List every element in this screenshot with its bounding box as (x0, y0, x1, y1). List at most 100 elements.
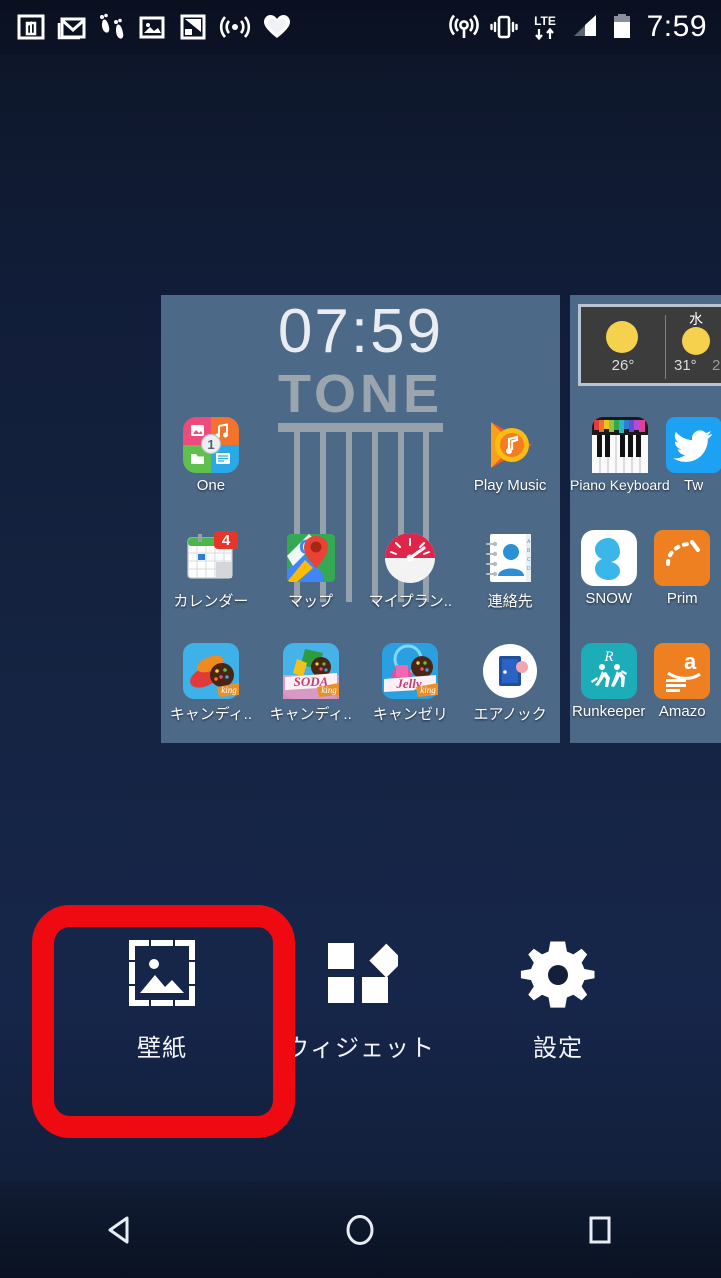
back-triangle-icon (108, 1216, 129, 1244)
app-label: Amazo (658, 703, 706, 720)
home-widget-panel-main[interactable]: 07:59 TONE 1 One Play Music 4 カレンダー マップ … (161, 295, 560, 743)
calendar-icon (17, 14, 45, 40)
gallery-photo-icon (139, 16, 165, 39)
status-bar-left-icons (0, 12, 292, 42)
navigation-bar[interactable] (0, 1182, 721, 1278)
app-label: キャンディ.. (169, 706, 253, 723)
candy-crush-jelly-icon: Jelly king (382, 643, 439, 699)
app-candy-crush-saga[interactable]: king キャンディ.. (161, 643, 261, 724)
sun-icon (606, 321, 638, 353)
app-twitter[interactable]: Tw (665, 417, 721, 494)
battery-icon (613, 14, 630, 38)
svg-text:king: king (321, 685, 337, 695)
back-button[interactable] (0, 1210, 240, 1250)
hotspot-icon (448, 14, 479, 38)
svg-text:D: D (527, 566, 531, 572)
app-snow[interactable]: SNOW (570, 530, 648, 607)
air-knock-icon (482, 643, 538, 699)
contacts-icon: ABCD (482, 530, 538, 586)
recents-square-icon (589, 1216, 611, 1244)
app-label: One (196, 477, 226, 494)
app-label: Tw (684, 477, 704, 494)
widgets-button[interactable]: ウィジェット (260, 930, 460, 1063)
right-app-row-1: Piano Keyboard Tw (570, 417, 721, 494)
app-maps[interactable]: G マップ (261, 530, 361, 611)
app-my-plan[interactable]: マイプラン.. (361, 530, 461, 611)
sun-icon (682, 327, 710, 355)
app-label: Play Music (473, 477, 547, 494)
svg-text:king: king (421, 685, 437, 695)
my-plan-gauge-icon (382, 530, 438, 586)
candy-crush-soda-icon: SODA king (282, 643, 339, 699)
signal-strength-icon (573, 15, 596, 36)
app-label: キャンディ.. (269, 706, 352, 723)
svg-text:a: a (684, 649, 697, 674)
heart-health-icon (264, 15, 290, 38)
weather-next-day: 水 31° 25° (666, 307, 721, 383)
recents-button[interactable] (480, 1210, 720, 1250)
home-widget-panel-right[interactable]: 26° 水 31° 25° (570, 295, 721, 743)
home-circle-icon (346, 1215, 374, 1245)
app-label: エアノック (473, 706, 547, 723)
play-music-icon (482, 417, 538, 473)
pedometer-footsteps-icon (100, 13, 124, 39)
android-home-screen: LTE 7:59 07:59 TONE 1 One Play Music 4 カ… (0, 0, 721, 1278)
svg-text:LTE: LTE (534, 14, 556, 28)
app-candy-crush-soda[interactable]: SODA king キャンディ.. (261, 643, 361, 724)
one-app-icon: 1 (182, 417, 239, 473)
app-row-3: king キャンディ.. SODA king キャンディ.. Jelly kin… (161, 643, 560, 724)
settings-label: 設定 (533, 1035, 583, 1062)
status-bar[interactable]: LTE 7:59 (0, 0, 721, 54)
app-slot-empty-1 (261, 417, 361, 494)
svg-text:R: R (603, 649, 613, 665)
vibrate-mode-icon (489, 15, 518, 39)
svg-text:king: king (221, 685, 237, 695)
wallpaper-button[interactable]: 壁紙 (62, 930, 262, 1063)
app-calendar[interactable]: 4 カレンダー (161, 530, 261, 611)
status-bar-clock: 7:59 (646, 10, 707, 43)
app-slot-empty-2 (361, 417, 461, 494)
app-label: キャンゼリ (372, 706, 448, 723)
prime-video-icon (654, 530, 711, 586)
app-runkeeper[interactable]: R Runkeeper (570, 643, 648, 720)
app-candy-crush-jelly[interactable]: Jelly king キャンゼリ (361, 643, 461, 724)
clock-widget-time: 07:59 (277, 297, 444, 366)
right-app-row-2: SNOW Prim (570, 530, 721, 607)
widgets-blocks-icon (322, 930, 398, 1016)
app-one[interactable]: 1 One (161, 417, 261, 494)
settings-button[interactable]: 設定 (458, 930, 658, 1063)
app-air-knock[interactable]: エアノック (460, 643, 560, 724)
lte-data-icon: LTE (534, 14, 556, 41)
app-amazon[interactable]: a Amazo (644, 643, 721, 720)
app-row-1: 1 One Play Music (161, 417, 560, 494)
piano-keyboard-icon (591, 417, 648, 473)
screen-split-icon (180, 14, 206, 40)
app-play-music[interactable]: Play Music (460, 417, 560, 494)
app-row-2: 4 カレンダー G (161, 530, 560, 611)
svg-text:1: 1 (207, 437, 214, 452)
app-label: マイプラン.. (368, 593, 453, 610)
app-label: 連絡先 (487, 593, 533, 610)
app-label: Runkeeper (572, 703, 646, 720)
calendar-app-icon: 4 (183, 530, 239, 586)
app-label: カレンダー (173, 593, 249, 610)
status-bar-right-icons: LTE 7:59 (448, 10, 721, 44)
amazon-icon: a (654, 643, 711, 699)
weather-next-high: 31° (674, 357, 697, 374)
runkeeper-icon: R (580, 643, 637, 699)
app-prime-video[interactable]: Prim (644, 530, 721, 607)
weather-widget[interactable]: 26° 水 31° 25° (578, 304, 721, 386)
app-piano-keyboard[interactable]: Piano Keyboard (570, 417, 670, 494)
gear-icon (520, 930, 596, 1016)
app-contacts[interactable]: ABCD 連絡先 (460, 530, 560, 611)
gmail-icon (57, 17, 86, 40)
home-button[interactable] (240, 1210, 480, 1250)
wallpaper-label: 壁紙 (137, 1035, 187, 1062)
app-label: SNOW (585, 590, 633, 607)
snow-camera-icon (580, 530, 637, 586)
svg-text:C: C (527, 557, 531, 563)
right-app-row-3: R Runkeeper a Amazo (570, 643, 721, 720)
candy-crush-saga-icon: king (182, 643, 239, 699)
app-label: Piano Keyboard (570, 477, 670, 493)
widgets-label: ウィジェット (285, 1035, 435, 1062)
